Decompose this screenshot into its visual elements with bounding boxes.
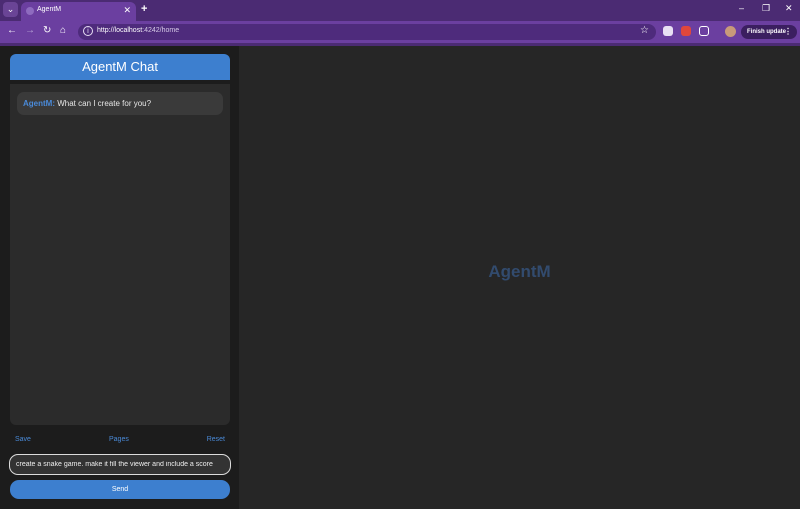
- chat-message: AgentM: What can I create for you?: [17, 92, 223, 115]
- home-icon[interactable]: ⌂: [60, 25, 66, 36]
- finish-update-button[interactable]: Finish update ⋮: [741, 25, 797, 39]
- browser-toolbar: ← → ↻ ⌂ i http://localhost:4242/home ☆ F…: [0, 21, 800, 43]
- restore-icon[interactable]: ❐: [762, 3, 770, 14]
- tab-strip: ⌄ AgentM ✕ + – ❐ ✕: [0, 0, 800, 21]
- preview-viewer[interactable]: AgentM: [239, 46, 800, 509]
- arrow-right-icon[interactable]: →: [25, 25, 35, 36]
- tab-search-button[interactable]: ⌄: [3, 2, 18, 17]
- chat-log[interactable]: AgentM: What can I create for you?: [10, 84, 230, 425]
- favicon-icon: [26, 7, 34, 15]
- address-bar[interactable]: i http://localhost:4242/home ☆: [78, 24, 656, 40]
- kebab-menu-icon: ⋮: [784, 27, 792, 36]
- reload-icon[interactable]: ↻: [43, 25, 51, 36]
- star-icon[interactable]: ☆: [640, 25, 649, 36]
- arrow-left-icon[interactable]: ←: [7, 25, 17, 36]
- extension-red-icon[interactable]: [681, 26, 691, 36]
- extension-palette-icon[interactable]: [663, 26, 673, 36]
- plus-icon[interactable]: +: [141, 3, 147, 15]
- chat-actions: Save Pages Reset: [15, 436, 225, 446]
- puzzle-icon[interactable]: [699, 26, 709, 36]
- save-link[interactable]: Save: [15, 436, 31, 443]
- window-close-icon[interactable]: ✕: [785, 3, 793, 14]
- message-text: What can I create for you?: [55, 99, 152, 108]
- pages-link[interactable]: Pages: [109, 436, 129, 443]
- chat-sidebar: AgentM Chat AgentM: What can I create fo…: [0, 46, 239, 509]
- info-icon[interactable]: i: [83, 26, 93, 36]
- send-button[interactable]: Send: [10, 480, 230, 499]
- chat-title: AgentM Chat: [10, 54, 230, 80]
- minimize-icon[interactable]: –: [739, 3, 744, 13]
- prompt-input[interactable]: [9, 454, 231, 475]
- reset-link[interactable]: Reset: [207, 436, 225, 443]
- avatar[interactable]: [725, 26, 736, 37]
- viewer-title: AgentM: [488, 262, 551, 281]
- message-sender: AgentM:: [23, 99, 55, 108]
- tab-title: AgentM: [37, 6, 62, 13]
- tab-agentm[interactable]: AgentM ✕: [21, 2, 136, 21]
- close-icon[interactable]: ✕: [123, 5, 131, 16]
- url-text: http://localhost:4242/home: [97, 27, 180, 34]
- chevron-down-icon: ⌄: [6, 4, 15, 14]
